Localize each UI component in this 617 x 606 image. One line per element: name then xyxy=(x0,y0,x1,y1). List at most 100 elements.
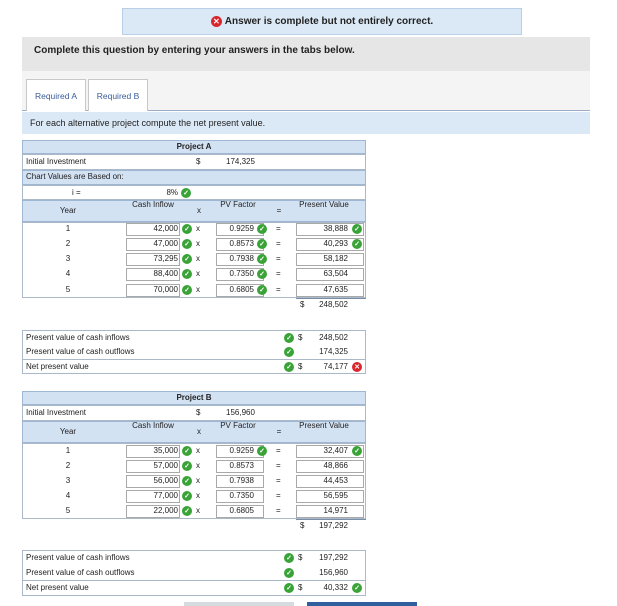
npv-value[interactable]: 74,177 xyxy=(300,360,348,374)
cash-inflow-input[interactable]: 88,400 xyxy=(126,267,178,281)
present-value-input[interactable]: 48,866 xyxy=(296,459,348,473)
equals-sign: = xyxy=(276,446,281,455)
instructions: Complete this question by entering your … xyxy=(22,37,590,71)
header-equals: = xyxy=(276,427,282,436)
pv-factor-input[interactable]: 0.9259 xyxy=(216,444,254,458)
equals-sign: = xyxy=(276,224,281,233)
check-icon: ✓ xyxy=(257,239,267,249)
pv-factor-input[interactable]: 0.8573 xyxy=(216,459,254,473)
year-cell: 4 xyxy=(65,491,71,500)
pv-factor-input[interactable]: 0.7350 xyxy=(216,489,254,503)
pv-outflows-label: Present value of cash outflows xyxy=(26,347,135,356)
check-icon: ✓ xyxy=(182,491,192,501)
year-cell: 2 xyxy=(65,461,71,470)
equals-sign: = xyxy=(276,506,281,515)
pv-factor-input[interactable]: 0.7350 xyxy=(216,267,254,281)
npv-label: Net present value xyxy=(26,583,89,592)
present-value-input[interactable]: 38,888 xyxy=(296,222,348,236)
header-multiply: x xyxy=(197,206,201,215)
pv-outflows-value[interactable]: 156,960 xyxy=(300,566,348,580)
check-icon: ✓ xyxy=(181,188,191,198)
present-value-input[interactable]: 63,504 xyxy=(296,267,348,281)
year-cell: 5 xyxy=(65,285,71,294)
tab-required-a[interactable]: Required A xyxy=(26,79,86,111)
npv-value[interactable]: 40,332 xyxy=(300,581,348,595)
pv-inflows-label: Present value of cash inflows xyxy=(26,333,130,342)
pv-factor-input[interactable]: 0.6805 xyxy=(216,504,254,518)
cash-inflow-input[interactable]: 70,000 xyxy=(126,283,178,297)
header-cash-inflow: Cash Inflow xyxy=(132,200,174,209)
cash-inflow-input[interactable]: 73,295 xyxy=(126,252,178,266)
year-cell: 3 xyxy=(65,254,71,263)
cash-inflow-input[interactable]: 42,000 xyxy=(126,222,178,236)
cash-inflow-input[interactable]: 56,000 xyxy=(126,474,178,488)
pv-factor-input[interactable]: 0.8573 xyxy=(216,237,254,251)
pv-outflows-value[interactable]: 174,325 xyxy=(300,345,348,359)
check-icon: ✓ xyxy=(284,347,294,357)
pv-outflows-label: Present value of cash outflows xyxy=(26,568,135,577)
year-cell: 1 xyxy=(65,446,71,455)
multiply-sign: x xyxy=(196,254,200,263)
check-icon: ✓ xyxy=(257,446,267,456)
equals-sign: = xyxy=(276,491,281,500)
npv-label: Net present value xyxy=(26,362,89,371)
check-icon: ✓ xyxy=(182,476,192,486)
year-cell: 4 xyxy=(65,269,71,278)
multiply-sign: x xyxy=(196,239,200,248)
check-icon: ✓ xyxy=(284,362,294,372)
equals-sign: = xyxy=(276,461,281,470)
project-b-title: Project B xyxy=(176,393,212,402)
year-cell: 3 xyxy=(65,476,71,485)
check-icon: ✓ xyxy=(352,446,362,456)
initial-investment-label: Initial Investment xyxy=(26,157,87,166)
cash-inflow-input[interactable]: 47,000 xyxy=(126,237,178,251)
pv-inflows-value[interactable]: 248,502 xyxy=(300,331,348,345)
check-icon: ✓ xyxy=(352,239,362,249)
present-value-input[interactable]: 47,635 xyxy=(296,283,348,297)
present-value-input[interactable]: 56,595 xyxy=(296,489,348,503)
cash-inflow-input[interactable]: 57,000 xyxy=(126,459,178,473)
present-value-input[interactable]: 40,293 xyxy=(296,237,348,251)
cash-inflow-input[interactable]: 22,000 xyxy=(126,504,178,518)
check-icon: ✓ xyxy=(182,506,192,516)
multiply-sign: x xyxy=(196,285,200,294)
tab-bar: Required A Required B xyxy=(22,71,590,111)
pv-factor-input[interactable]: 0.7938 xyxy=(216,474,254,488)
answer-status-banner: ✕ Answer is complete but not entirely co… xyxy=(122,8,522,35)
cash-inflow-input[interactable]: 77,000 xyxy=(126,489,178,503)
tab-required-b[interactable]: Required B xyxy=(88,79,148,111)
prev-tab-button[interactable] xyxy=(184,602,294,606)
rate-value[interactable]: 8% xyxy=(140,186,178,200)
header-equals: = xyxy=(276,206,282,215)
present-value-input[interactable]: 58,182 xyxy=(296,252,348,266)
project-a-title: Project A xyxy=(176,142,212,151)
multiply-sign: x xyxy=(196,224,200,233)
header-present-value: Present Value xyxy=(299,421,349,430)
check-icon: ✓ xyxy=(257,224,267,234)
pv-factor-input[interactable]: 0.6805 xyxy=(216,283,254,297)
next-tab-button[interactable] xyxy=(307,602,417,606)
equals-sign: = xyxy=(276,254,281,263)
pv-inflows-value[interactable]: 197,292 xyxy=(300,551,348,565)
total-present-value: 197,292 xyxy=(319,521,348,530)
cash-inflow-input[interactable]: 35,000 xyxy=(126,444,178,458)
check-icon: ✓ xyxy=(284,583,294,593)
pv-inflows-label: Present value of cash inflows xyxy=(26,553,130,562)
incorrect-icon: ✕ xyxy=(210,16,222,27)
equals-sign: = xyxy=(276,285,281,294)
i-label: i = xyxy=(72,188,81,197)
check-icon: ✓ xyxy=(352,583,362,593)
year-cell: 1 xyxy=(65,224,71,233)
present-value-input[interactable]: 32,407 xyxy=(296,444,348,458)
check-icon: ✓ xyxy=(182,285,192,295)
present-value-input[interactable]: 14,971 xyxy=(296,504,348,518)
pv-factor-input[interactable]: 0.9259 xyxy=(216,222,254,236)
header-year: Year xyxy=(59,206,77,215)
header-present-value: Present Value xyxy=(299,200,349,209)
pv-factor-input[interactable]: 0.7938 xyxy=(216,252,254,266)
present-value-input[interactable]: 44,453 xyxy=(296,474,348,488)
check-icon: ✓ xyxy=(257,254,267,264)
header-pv-factor: PV Factor xyxy=(220,200,256,209)
multiply-sign: x xyxy=(196,269,200,278)
check-icon: ✓ xyxy=(182,239,192,249)
